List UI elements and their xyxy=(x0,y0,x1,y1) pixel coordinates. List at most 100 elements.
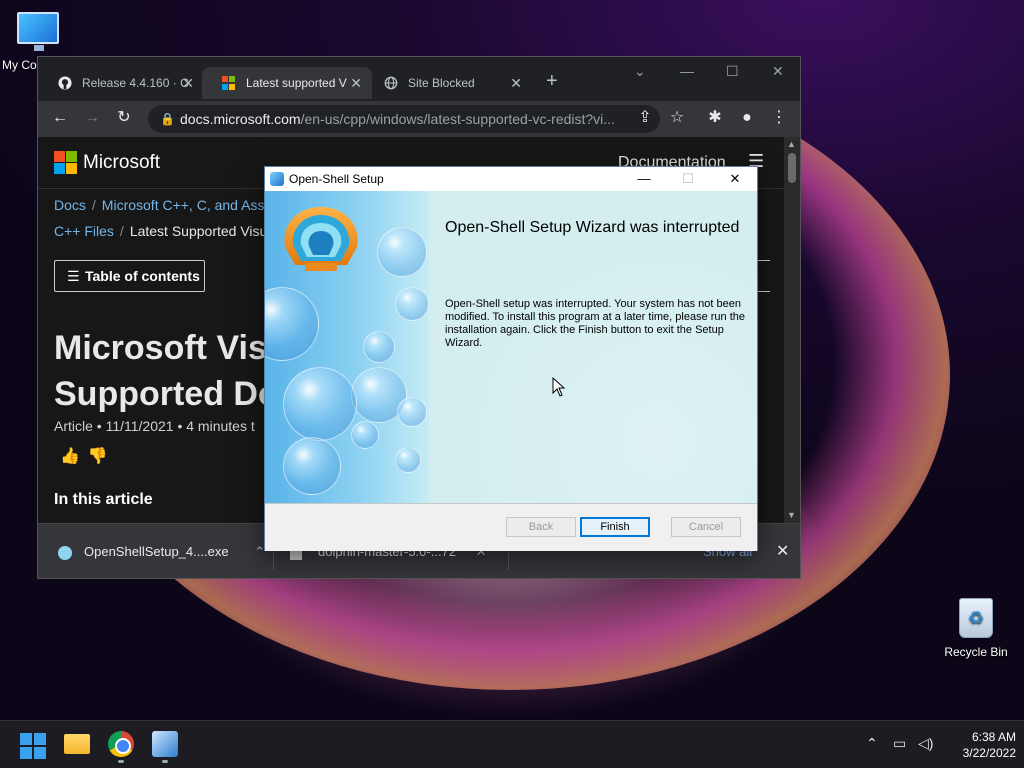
maximize-button[interactable]: ☐ xyxy=(726,63,739,80)
close-window-button[interactable]: ✕ xyxy=(772,63,784,80)
bubble xyxy=(363,331,395,363)
breadcrumb-row-2: C++ Files / Latest Supported Visu xyxy=(54,223,268,239)
in-this-article-heading: In this article xyxy=(54,491,153,508)
bubble xyxy=(377,227,427,277)
feedback-buttons: 👍👎 xyxy=(60,446,116,466)
clock-time: 6:38 AM xyxy=(971,730,1016,744)
table-of-contents-button[interactable]: ☰ Table of contents xyxy=(54,260,205,292)
file-explorer-button[interactable] xyxy=(64,731,90,757)
volume-icon[interactable]: ◁) xyxy=(918,735,933,752)
tab-search-icon[interactable]: ⌄ xyxy=(634,63,646,80)
download-item-openshell[interactable]: OpenShellSetup_4....exe ⌃ xyxy=(58,524,265,578)
share-icon[interactable]: ⇪ xyxy=(634,108,656,128)
bubble xyxy=(283,437,341,495)
forward-arrow-icon[interactable]: → xyxy=(81,108,103,128)
microsoft-icon xyxy=(222,76,236,90)
profile-icon[interactable]: ● xyxy=(736,108,758,128)
microsoft-logo-icon xyxy=(54,151,77,174)
address-host: docs.microsoft.com xyxy=(180,111,301,127)
page-title-line: Supported Do xyxy=(54,375,279,413)
breadcrumb-cpp-files[interactable]: C++ Files xyxy=(54,223,114,239)
tab-strip: Release 4.4.160 · C ✕ Latest supported V… xyxy=(38,57,800,101)
lock-icon: 🔒 xyxy=(160,112,175,126)
page-scrollbar[interactable]: ▲ ▼ xyxy=(784,137,800,523)
close-icon[interactable]: ✕ xyxy=(182,67,194,99)
dialog-close-button[interactable]: ✕ xyxy=(720,167,750,191)
breadcrumb-cpp[interactable]: Microsoft C++, C, and Ass xyxy=(102,197,265,213)
scrollbar-thumb[interactable] xyxy=(788,153,796,183)
thumbs-down-icon[interactable]: 👎 xyxy=(88,448,116,465)
star-icon[interactable]: ☆ xyxy=(666,108,688,128)
bubble xyxy=(397,397,427,427)
toc-label: Table of contents xyxy=(85,268,200,284)
tab-label: Release 4.4.160 · C xyxy=(82,76,189,90)
running-indicator xyxy=(162,760,168,763)
menu-dots-icon[interactable]: ⋮ xyxy=(768,108,790,128)
bubble xyxy=(283,367,357,441)
extensions-icon[interactable]: ✱ xyxy=(704,108,726,128)
chrome-icon[interactable] xyxy=(108,731,134,757)
github-icon xyxy=(58,76,72,90)
tab-site-blocked[interactable]: Site Blocked ✕ xyxy=(364,67,532,99)
wizard-side-banner xyxy=(265,191,429,503)
address-path: /en-us/cpp/windows/latest-supported-vc-r… xyxy=(300,111,615,127)
tab-label: Site Blocked xyxy=(408,76,475,90)
dialog-maximize-button: ☐ xyxy=(682,171,694,186)
close-icon[interactable]: ✕ xyxy=(350,67,362,99)
start-button[interactable] xyxy=(20,733,46,759)
mouse-cursor-icon xyxy=(552,377,566,397)
setup-taskbar-icon[interactable] xyxy=(152,731,178,757)
computer-icon xyxy=(17,12,59,51)
taskbar: ⌃ ▭ ◁) 6:38 AM 3/22/2022 xyxy=(0,720,1024,768)
address-bar[interactable]: 🔒 docs.microsoft.com/en-us/cpp/windows/l… xyxy=(148,105,660,133)
download-name: OpenShellSetup_4....exe xyxy=(84,544,229,559)
reload-icon[interactable]: ↻ xyxy=(113,108,135,128)
tab-label: Latest supported V xyxy=(246,76,347,90)
running-indicator xyxy=(118,760,124,763)
back-button: Back xyxy=(506,517,576,537)
new-tab-button[interactable]: + xyxy=(546,69,558,93)
desktop-icon-recycle-bin[interactable]: ♻ Recycle Bin xyxy=(940,598,1012,659)
wizard-heading: Open-Shell Setup Wizard was interrupted xyxy=(445,219,740,236)
breadcrumb: Docs / Microsoft C++, C, and Ass xyxy=(54,197,265,213)
scroll-down-icon[interactable]: ▼ xyxy=(787,510,796,520)
scroll-up-icon[interactable]: ▲ xyxy=(787,139,796,149)
dialog-title: Open-Shell Setup xyxy=(289,172,384,186)
page-title-line: Microsoft Visu xyxy=(54,329,288,367)
tab-release[interactable]: Release 4.4.160 · C ✕ xyxy=(38,67,204,99)
page-title: Microsoft Visu Supported Do xyxy=(54,325,288,417)
article-meta: Article • 11/11/2021 • 4 minutes t xyxy=(54,418,255,434)
dialog-footer: Back Finish Cancel xyxy=(265,503,757,551)
folder-icon xyxy=(64,734,90,754)
cancel-button: Cancel xyxy=(671,517,741,537)
system-clock[interactable]: 6:38 AM 3/22/2022 xyxy=(944,729,1016,761)
dialog-minimize-button[interactable]: — xyxy=(629,167,659,191)
globe-icon xyxy=(384,76,398,90)
breadcrumb-docs[interactable]: Docs xyxy=(54,197,86,213)
finish-button[interactable]: Finish xyxy=(580,517,650,537)
thumbs-up-icon[interactable]: 👍 xyxy=(60,448,88,465)
microsoft-brand[interactable]: Microsoft xyxy=(54,151,160,174)
desktop-icon-label: Recycle Bin xyxy=(944,645,1008,659)
bubble xyxy=(265,287,319,361)
brand-name: Microsoft xyxy=(83,151,161,173)
network-icon[interactable]: ▭ xyxy=(893,735,906,752)
close-icon[interactable]: ✕ xyxy=(510,67,522,99)
shell-icon xyxy=(58,545,72,560)
browser-toolbar: ← → ↻ 🔒 docs.microsoft.com/en-us/cpp/win… xyxy=(38,101,800,137)
tab-latest-supported[interactable]: Latest supported V ✕ xyxy=(202,67,372,99)
dialog-titlebar: Open-Shell Setup — ☐ ✕ xyxy=(265,167,757,191)
recycle-bin-icon: ♻ xyxy=(959,598,993,638)
back-arrow-icon[interactable]: ← xyxy=(49,108,71,128)
close-downloads-icon[interactable]: ✕ xyxy=(776,524,789,578)
bubble xyxy=(351,421,379,449)
wizard-message: Open-Shell setup was interrupted. Your s… xyxy=(445,298,746,349)
clock-date: 3/22/2022 xyxy=(962,746,1016,760)
dialog-body: Open-Shell Setup Wizard was interrupted … xyxy=(265,191,757,503)
wizard-content: Open-Shell Setup Wizard was interrupted … xyxy=(429,191,757,503)
bubble xyxy=(395,287,429,321)
app-icon xyxy=(270,172,284,186)
breadcrumb-current: Latest Supported Visu xyxy=(129,223,268,239)
minimize-button[interactable]: — xyxy=(680,63,694,79)
chevron-up-icon[interactable]: ⌃ xyxy=(866,735,878,752)
